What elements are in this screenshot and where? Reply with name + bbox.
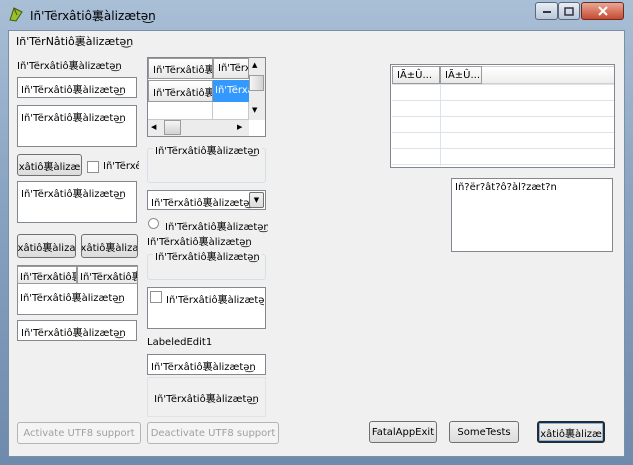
grid-cell[interactable] [213,102,249,120]
tab-2[interactable]: Iñ'Tërxâtiô裏 [77,266,138,284]
list-header-filler [482,66,614,84]
edit2[interactable]: Iñ'Tërxâtiô裏àlizætə͜n [17,320,137,341]
static-text-box: Iñ'Tërxâtiô裏àlizætə͜n [147,377,266,417]
groupbox2-caption: Iñ'Tërxâtiô裏àlizætə͜n [153,248,262,263]
label1: Iñ'Tërxâtiô裏àlizætə͜n [17,61,122,72]
list-column-header-1[interactable]: IÃ±Û... [392,66,440,84]
labeled-edit[interactable]: Iñ'Tërxâtiô裏àlizætə͜n [147,354,266,375]
grid-fixed-cell[interactable]: Iñ'Tërxâtiô裏 [148,58,213,79]
tab-content: Iñ'Tërxâtiô裏àlizætə͜n [20,293,125,304]
list-column-header-2[interactable]: IÃ±Û... [440,66,482,84]
edit1[interactable]: Iñ'Tërxâtiô裏àlizætə͜n [17,77,137,98]
grid-selected-cell[interactable]: Iñ'Tërxâ [213,80,249,102]
checkbox1-label[interactable]: Iñ'Tërxê [103,161,139,172]
grid-hscroll-thumb[interactable] [164,120,181,135]
grid-cell[interactable] [148,102,213,120]
form-caption: Iñ'TërNâtiô裏àlizætə͜n [16,35,134,48]
labeled-edit-caption: LabeledEdit1 [147,337,213,348]
activate-utf8-button[interactable]: Activate UTF8 support [17,422,141,444]
list-grid-rows [392,84,614,166]
grid-vscroll-thumb[interactable] [249,75,264,91]
memo1[interactable]: Iñ'Tërxâtiô裏àlizætə͜n [17,105,137,147]
grid-vertical-scrollbar[interactable]: ▲ ▼ [249,58,265,120]
deactivate-utf8-button[interactable]: Deactivate UTF8 support [147,422,279,444]
scroll-down-icon[interactable]: ▼ [252,106,257,114]
radio-button[interactable] [148,218,159,229]
radio-label[interactable]: Iñ'Tërxâtiô裏àlizætə͜n [165,218,268,233]
groupbox1-caption: Iñ'Tërxâtiô裏àlizætə͜n [153,142,262,157]
window-title: Iñ'Tërxâtiô裏àlizætə͜n [30,9,156,23]
tab-1[interactable]: Iñ'Tërxâtiô裏 [17,266,77,284]
some-tests-button[interactable]: SomeTests [449,421,519,443]
checklist-item-label[interactable]: Iñ'Tërxâtiô裏àlizætə͜n [166,291,264,306]
scroll-left-icon[interactable]: ◀ [151,123,156,131]
memo3[interactable]: Iñ?ër?ât?ô?àl?zæt?n [451,178,613,252]
grid-row-header[interactable]: Iñ'Tërxâtiô裏 [148,80,213,102]
list-column-divider [440,84,441,166]
button1[interactable]: xâtiô裏àlizæ [17,154,82,176]
button2[interactable]: xâtiô裏àliza [17,234,76,258]
memo2[interactable]: Iñ'Tërxâtiô裏àlizætə͜n [17,181,137,223]
grid-header-cell[interactable]: Iñ'Tërx [213,58,249,79]
static-label: Iñ'Tërxâtiô裏àlizætə͜n [147,237,252,248]
app-icon [8,6,24,22]
checklist-item-checkbox[interactable] [150,291,162,303]
close-button[interactable] [581,2,624,20]
scroll-up-icon[interactable]: ▲ [252,61,257,69]
checkbox1-box[interactable] [87,161,99,173]
chevron-down-icon[interactable]: ▼ [249,192,264,208]
minimize-button[interactable] [535,2,558,20]
maximize-button[interactable] [558,2,580,20]
grid-horizontal-scrollbar[interactable]: ◀ ▶ [148,120,249,136]
default-action-button[interactable]: xâtiô裏àlizæ [537,421,605,443]
scroll-right-icon[interactable]: ▶ [237,123,242,131]
button3[interactable]: xâtiô裏àliza [81,234,138,258]
fatal-app-exit-button[interactable]: FatalAppExit [369,421,437,443]
